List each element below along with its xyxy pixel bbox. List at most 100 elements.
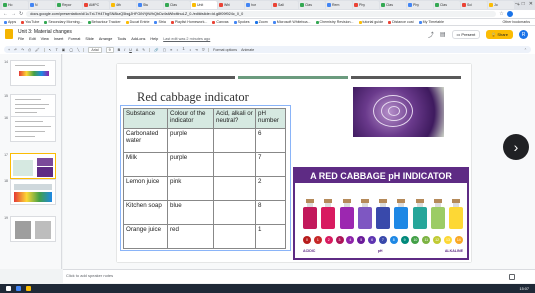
table-cell[interactable]: 8 xyxy=(255,200,286,225)
table-cell[interactable]: Kitchen soap xyxy=(123,200,168,225)
bookmark-item[interactable]: Stria xyxy=(154,20,166,24)
menu-item[interactable]: Tools xyxy=(117,37,126,41)
browser-tab[interactable]: N xyxy=(29,1,55,9)
table-cell[interactable]: 1 xyxy=(255,224,286,249)
text-color-icon[interactable]: A xyxy=(136,48,138,52)
italic-icon[interactable]: I xyxy=(124,48,125,52)
browser-tab[interactable]: Clas xyxy=(299,1,325,9)
explore-icon[interactable] xyxy=(509,274,515,280)
slides-logo-icon[interactable] xyxy=(5,29,13,39)
reload-icon[interactable]: ↻ xyxy=(19,11,23,17)
highlight-icon[interactable]: ✎ xyxy=(142,48,145,52)
slide-thumbnail[interactable] xyxy=(10,216,56,242)
textbox-icon[interactable]: T xyxy=(56,48,58,52)
bold-icon[interactable]: B xyxy=(118,48,121,52)
forward-icon[interactable]: → xyxy=(11,11,16,17)
browser-tab[interactable]: Repor xyxy=(56,1,82,9)
font-select[interactable]: Arial xyxy=(88,46,102,53)
animate-button[interactable]: Animate xyxy=(241,48,254,52)
menu-item[interactable]: Add-ons xyxy=(131,37,145,41)
table-cell[interactable]: red xyxy=(167,224,214,249)
menu-item[interactable]: Edit xyxy=(29,37,36,41)
indicator-table[interactable]: Substance Colour of the indicator Acid, al… xyxy=(123,108,286,249)
document-title[interactable]: Unit 3: Material changes xyxy=(18,29,72,35)
underline-icon[interactable]: U xyxy=(129,48,132,52)
browser-tab[interactable]: Ho xyxy=(2,1,28,9)
table-cell[interactable]: Carbonated water xyxy=(123,128,168,153)
menu-item[interactable]: Insert xyxy=(54,37,64,41)
link-icon[interactable]: 🔗 xyxy=(154,48,158,52)
browser-tab[interactable]: 4th xyxy=(110,1,136,9)
browser-tab[interactable]: hor xyxy=(245,1,271,9)
line-spacing-icon[interactable]: ↕ xyxy=(176,48,178,52)
slide-thumbnail-row[interactable]: 16 xyxy=(2,116,60,142)
menu-item[interactable]: Arrange xyxy=(99,37,113,41)
select-icon[interactable]: ↖ xyxy=(49,48,52,52)
slide-thumbnail-row[interactable]: 14 xyxy=(2,60,60,86)
bookmark-item[interactable]: Spokes xyxy=(233,20,250,24)
browser-tab[interactable]: Clas xyxy=(434,1,460,9)
table-cell[interactable]: 6 xyxy=(255,128,286,153)
browser-tab[interactable]: AMPC xyxy=(83,1,109,9)
bookmark-item[interactable]: My Timetable xyxy=(418,20,444,24)
share-button[interactable]: 🔒 Share xyxy=(486,30,513,39)
table-cell[interactable] xyxy=(213,128,256,153)
bookmark-item[interactable]: Apps xyxy=(4,20,16,24)
table-cell[interactable]: 2 xyxy=(255,176,286,201)
indent-icon[interactable]: ⇥ xyxy=(195,48,198,52)
slide-thumbnail[interactable] xyxy=(10,116,56,142)
table-cell[interactable]: pink xyxy=(167,176,214,201)
present-button[interactable]: ▭ Present xyxy=(451,30,481,39)
table-cell[interactable]: purple xyxy=(167,128,214,153)
align-icon[interactable]: ≡ xyxy=(170,48,172,52)
browser-tab[interactable]: Clas xyxy=(164,1,190,9)
slide-filmstrip[interactable]: 14 15 16 17 18 19 xyxy=(0,54,62,269)
speaker-notes[interactable]: Click to add speaker notes xyxy=(63,269,535,283)
menu-item[interactable]: File xyxy=(18,37,24,41)
url-input[interactable]: docs.google.com/presentation/d/1uTxLTH4T… xyxy=(26,11,497,17)
bookmark-item[interactable]: Microsoft Whiteboa... xyxy=(272,20,311,24)
avatar[interactable]: R xyxy=(519,30,528,39)
chrome-icon[interactable] xyxy=(16,286,21,291)
table-header-cell[interactable]: Colour of the indicator xyxy=(167,108,214,129)
next-slide-button[interactable]: › xyxy=(503,134,529,160)
line-icon[interactable]: ╲ xyxy=(77,48,79,52)
minimize-icon[interactable]: – xyxy=(515,1,518,7)
font-size-select[interactable]: 9 xyxy=(105,46,114,53)
browser-tab[interactable]: Whi xyxy=(218,1,244,9)
table-header-cell[interactable]: pH number xyxy=(255,108,286,129)
slide-title[interactable]: Red cabbage indicator xyxy=(137,90,249,105)
last-edit-link[interactable]: Last edit was 2 minutes ago xyxy=(163,37,210,41)
print-icon[interactable]: ⎙ xyxy=(28,48,31,52)
table-cell[interactable] xyxy=(213,152,256,177)
bookmark-item[interactable]: Ducat Entrie xyxy=(125,20,149,24)
shape-icon[interactable]: ◯ xyxy=(69,48,73,52)
table-cell[interactable]: purple xyxy=(167,152,214,177)
table-cell[interactable]: Lemon juice xyxy=(123,176,168,201)
paint-format-icon[interactable]: 🖌 xyxy=(35,48,40,52)
slide-thumbnail-row[interactable]: 17 xyxy=(2,153,60,179)
start-icon[interactable] xyxy=(6,286,11,291)
browser-tab[interactable]: Unit xyxy=(191,1,217,9)
bookmark-item[interactable]: tutorial guide xyxy=(358,20,383,24)
table-cell[interactable] xyxy=(213,176,256,201)
other-bookmarks[interactable]: Other bookmarks xyxy=(502,20,530,24)
add-icon[interactable]: + xyxy=(8,48,10,52)
activity-icon[interactable]: ⤴ xyxy=(428,30,434,39)
comment-icon[interactable]: ▤ xyxy=(440,31,446,38)
bookmark-item[interactable]: Chemistry Revision... xyxy=(315,20,354,24)
browser-tab[interactable]: Sali xyxy=(272,1,298,9)
bookmark-item[interactable]: Secondary Morning... xyxy=(44,20,83,24)
bookmark-item[interactable]: Zoom xyxy=(254,20,268,24)
back-icon[interactable]: ← xyxy=(3,11,8,17)
clear-format-icon[interactable]: T̸ xyxy=(202,48,204,52)
table-cell[interactable] xyxy=(213,200,256,225)
star-icon[interactable]: ☆ xyxy=(499,11,503,17)
table-header-cell[interactable]: Acid, alkali or neutral? xyxy=(213,108,256,129)
menu-item[interactable]: Help xyxy=(150,37,158,41)
ph-indicator-infographic[interactable]: A RED CABBAGE pH INDICATOR 0 1 2 3 4 5 6 7 8 9 10 1… xyxy=(293,167,469,260)
slide-thumbnail[interactable] xyxy=(10,153,56,179)
bookmark-item[interactable]: Behaviour Tracker xyxy=(87,20,121,24)
bookmark-item[interactable]: Canvas xyxy=(212,20,229,24)
bookmark-item[interactable]: YouTube xyxy=(21,20,39,24)
